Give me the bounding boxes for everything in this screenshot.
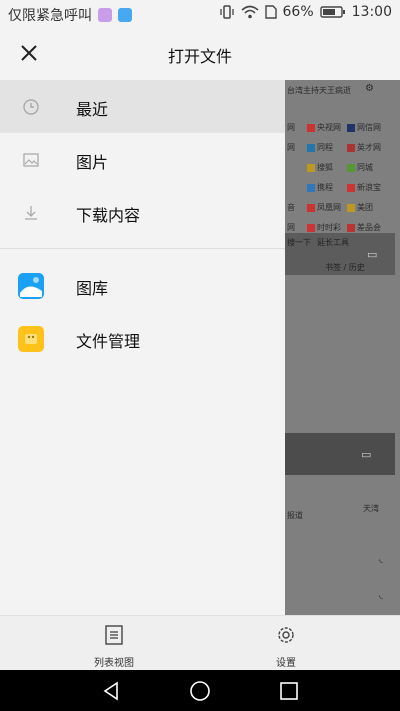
recents-icon [280, 682, 298, 700]
bg-grid-cell: 美团 [357, 203, 373, 212]
drawer-item-label: 最近 [76, 100, 109, 119]
battery-percent: 66% [282, 4, 314, 20]
status-bar: 仅限紧急呼叫 66% 13:00 [0, 0, 400, 28]
bg-grid-cell: 网 [287, 223, 295, 232]
drawer-item-gallery-app[interactable]: 图库 [0, 259, 285, 312]
bg-footer-text: 书签 / 历史 [325, 263, 365, 272]
clock-icon [18, 94, 44, 120]
bg-grid-cell: 携程 [317, 183, 333, 192]
file-manager-icon [18, 326, 44, 352]
settings-icon [278, 627, 294, 643]
list-view-label: 列表视图 [94, 658, 134, 669]
bg-dark-block [285, 433, 395, 475]
file-picker-drawer: 最近 图片 下载内容 图库 文件管理 [0, 80, 285, 615]
bg-tools: 延长工具 [317, 238, 349, 247]
drawer-item-recent[interactable]: 最近 [0, 80, 285, 133]
bottom-toolbar: 列表视图 设置 [0, 615, 400, 671]
bg-region-label: 天湾 [363, 504, 379, 513]
emergency-calls-text: 仅限紧急呼叫 [8, 8, 92, 24]
battery-icon [319, 5, 346, 19]
gallery-app-icon [98, 8, 112, 22]
bg-wifi-icon: ◟ [379, 554, 383, 565]
back-button[interactable] [100, 680, 122, 702]
bg-settings-icon: ⚙ [365, 83, 374, 94]
bg-grid-cell: 时时彩 [317, 223, 341, 232]
list-view-button[interactable]: 列表视图 [54, 624, 174, 669]
bg-wifi-icon: ◟ [379, 590, 383, 601]
bg-grid-cell: 央视网 [317, 123, 341, 132]
bg-grid-cell: 网 [287, 123, 295, 132]
clock-time: 13:00 [351, 4, 392, 20]
settings-button[interactable]: 设置 [226, 624, 346, 669]
bg-grid-cell: 凤凰网 [317, 203, 341, 212]
wifi-icon [240, 5, 259, 19]
bg-image-icon: ▭ [361, 448, 372, 461]
drawer-item-file-manager[interactable]: 文件管理 [0, 312, 285, 365]
bg-grid-cell: 同城 [357, 163, 373, 172]
page-title: 打开文件 [167, 47, 232, 66]
download-icon [18, 200, 44, 226]
list-view-icon [105, 625, 123, 645]
back-icon [103, 681, 118, 701]
image-icon [18, 147, 44, 173]
header: 打开文件 [0, 28, 400, 80]
bg-news-snippet: 报道 [287, 511, 303, 520]
dimmed-background[interactable]: 台湾主持天王病逝 ⚙ 网 央视网 网信网 网 同程 英才网 搜狐 同城 携程 新… [285, 80, 400, 615]
drawer-item-label: 图片 [76, 153, 109, 172]
bg-image-icon: ▭ [367, 248, 378, 261]
shield-app-icon [118, 8, 132, 22]
bg-grid-cell: 搜狐 [317, 163, 333, 172]
recents-button[interactable] [278, 680, 300, 702]
home-button[interactable] [189, 680, 211, 702]
sim-icon [264, 5, 277, 19]
divider [0, 248, 285, 249]
bg-top-link: 台湾主持天王病逝 [287, 86, 351, 95]
bg-grid-cell: 网信网 [357, 123, 381, 132]
drawer-item-downloads[interactable]: 下载内容 [0, 186, 285, 239]
bg-search-row: 搜一下 [287, 238, 311, 247]
drawer-item-label: 下载内容 [76, 206, 141, 225]
status-right: 66% 13:00 [219, 4, 392, 20]
settings-label: 设置 [276, 658, 296, 669]
bg-grid-cell: 音 [287, 203, 295, 212]
home-icon [190, 681, 210, 701]
bg-grid-cell: 网 [287, 143, 295, 152]
bg-grid-cell: 同程 [317, 143, 333, 152]
system-nav-bar [0, 670, 400, 711]
drawer-item-label: 文件管理 [76, 332, 141, 351]
vibrate-icon [219, 5, 235, 19]
bg-grid-cell: 差品会 [357, 223, 381, 232]
bg-grid-cell: 新浪宝 [357, 183, 381, 192]
drawer-item-label: 图库 [76, 279, 109, 298]
bg-grid-cell: 英才网 [357, 143, 381, 152]
drawer-item-images[interactable]: 图片 [0, 133, 285, 186]
gallery-icon [18, 273, 44, 299]
status-left: 仅限紧急呼叫 [8, 5, 132, 25]
